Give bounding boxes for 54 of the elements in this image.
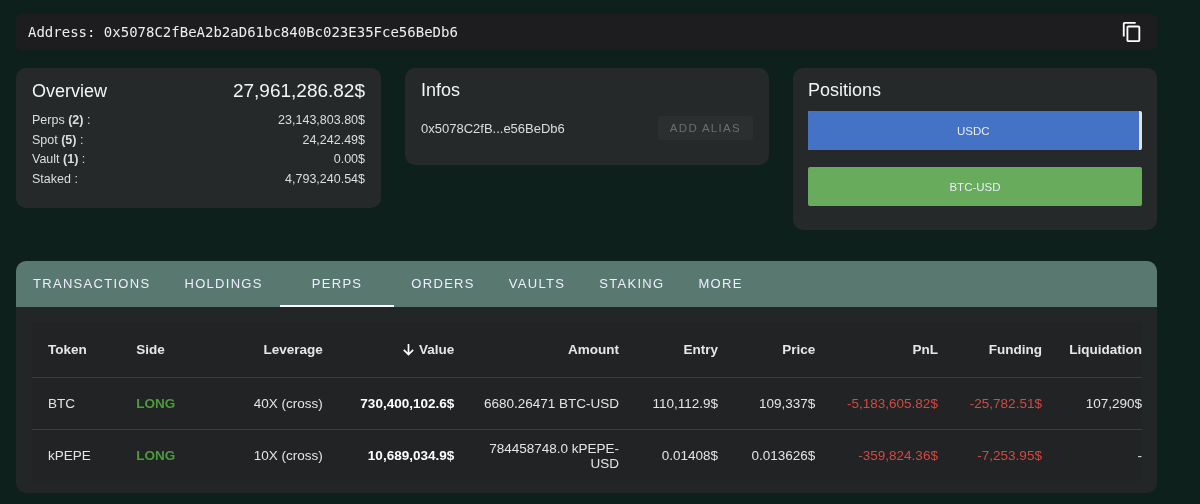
overview-total: 27,961,286.82$ [232, 80, 365, 102]
column-header[interactable]: Token [48, 342, 87, 357]
overview-label: Perps (2) : [32, 112, 91, 129]
tab[interactable]: MORE [681, 261, 760, 307]
column-header[interactable]: Amount [568, 342, 620, 357]
column-header[interactable]: Price [782, 342, 816, 357]
positions-title: Positions [808, 80, 882, 100]
tab[interactable]: STAKING [582, 261, 682, 307]
table-cell: 10,689,034.9$ [367, 448, 455, 463]
table-cell: - [1137, 448, 1142, 463]
column-header[interactable]: Liquidation [1069, 342, 1142, 357]
table-cell: -25,782.51$ [969, 396, 1042, 411]
copy-icon[interactable] [1121, 21, 1143, 43]
overview-value: 0.00$ [333, 151, 365, 168]
tab[interactable]: TRANSACTIONS [16, 261, 168, 307]
overview-label: Spot (5) : [32, 131, 84, 149]
overview-label: Vault (1) : [32, 151, 86, 168]
sort-arrow-icon [400, 342, 416, 357]
table-cell: BTC [48, 396, 75, 411]
table-cell: 40X (cross) [253, 396, 323, 411]
address-text: Address: 0x5078C2fBeA2b2aD61bc840Bc023E35Fce56BeDb6 [28, 24, 458, 40]
table-cell: kPEPE [48, 448, 91, 463]
table-cell: LONG [136, 396, 176, 411]
tab[interactable]: VAULTS [491, 261, 583, 307]
tab[interactable]: PERPS [279, 261, 395, 307]
table-cell: LONG [136, 448, 176, 463]
table-cell: -5,183,605.82$ [847, 396, 938, 411]
table-cell: -7,253.95$ [977, 448, 1042, 463]
table-cell: 110,112.9$ [652, 396, 719, 411]
table-cell: 730,400,102.6$ [360, 396, 455, 411]
table-cell: 0.013626$ [751, 448, 816, 463]
table-cell: 109,337$ [758, 396, 816, 411]
position-bar[interactable]: USDC [808, 111, 1139, 150]
column-header[interactable]: Value [400, 342, 455, 357]
overview-value: 23,143,803.80$ [278, 112, 365, 129]
overview-value: 4,793,240.54$ [285, 170, 365, 188]
infos-title: Infos [421, 80, 461, 100]
tab[interactable]: HOLDINGS [167, 261, 280, 307]
table-cell-text: 784458748.0 kPEPE-USD [488, 440, 620, 471]
column-header[interactable]: Leverage [263, 342, 323, 357]
column-header[interactable]: PnL [912, 342, 938, 357]
overview-value: 24,242.49$ [302, 131, 365, 149]
overview-label: Staked : [32, 170, 78, 188]
table-cell: 107,290$ [1085, 396, 1142, 411]
column-header[interactable]: Entry [683, 342, 719, 357]
tab[interactable]: ORDERS [394, 261, 492, 307]
short-address: 0x5078C2fB...e56BeDb6 [421, 120, 565, 136]
table-cell: 6680.26471 BTC-USD [483, 396, 620, 411]
table-cell: -359,824.36$ [858, 448, 938, 463]
table-cell: 0.01408$ [661, 448, 719, 463]
table-cell: 10X (cross) [253, 448, 323, 463]
overview-title: Overview [32, 80, 107, 102]
column-header[interactable]: Funding [988, 342, 1042, 357]
column-header[interactable]: Side [136, 342, 165, 357]
